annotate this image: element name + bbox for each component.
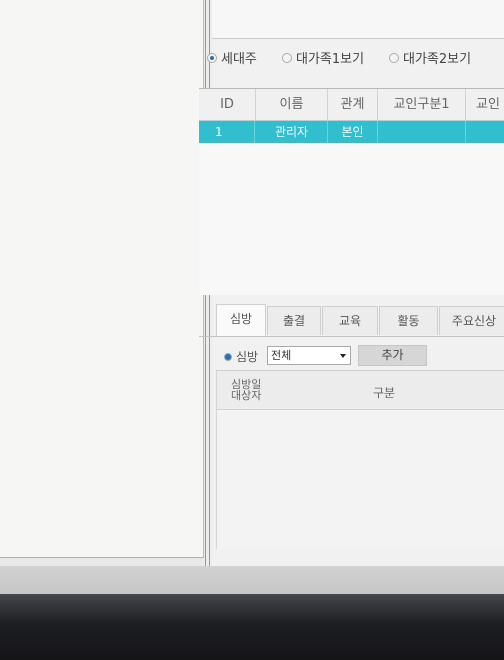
cell-relation: 본인	[328, 121, 378, 143]
radio-selected-icon	[207, 52, 217, 63]
detail-tab-bar: 심방 출결 교육 활동 주요신상	[199, 304, 504, 337]
radio-label: 세대주	[221, 52, 257, 67]
cell-member-type1	[378, 121, 466, 143]
radio-label: 대가족2보기	[403, 52, 472, 67]
column-header-category[interactable]: 구분	[373, 384, 395, 401]
monitor-screen: 세대주 대가족1보기 대가족2보기 ID 이름 관계 교인구분1 교인 1 관리…	[0, 0, 504, 594]
member-grid: ID 이름 관계 교인구분1 교인 1 관리자 본인	[199, 88, 504, 295]
column-header-member-type1[interactable]: 교인구분1	[378, 89, 466, 120]
visit-grid-header: 심방일 대상자 구분	[217, 371, 504, 410]
radio-household-head[interactable]: 세대주	[207, 48, 257, 67]
view-option-radio-group: 세대주 대가족1보기 대가족2보기	[207, 42, 504, 70]
column-header-relation[interactable]: 관계	[328, 89, 378, 120]
cell-name: 관리자	[256, 121, 328, 143]
add-visit-button[interactable]: 추가	[358, 345, 427, 366]
visit-grid: 심방일 대상자 구분	[216, 370, 504, 549]
radio-unselected-icon	[282, 52, 292, 63]
tab-education[interactable]: 교육	[322, 306, 378, 335]
tab-activity[interactable]: 활동	[379, 306, 438, 335]
tab-attendance[interactable]: 출결	[267, 306, 321, 335]
column-header-line: 심방일 대상자	[231, 378, 262, 402]
chevron-down-icon	[340, 354, 346, 358]
radio-unselected-icon	[389, 52, 399, 63]
member-grid-header: ID 이름 관계 교인구분1 교인	[199, 89, 504, 121]
tab-personal-info[interactable]: 주요신상	[439, 306, 504, 335]
visit-filter-row: 심방 전체 추가	[212, 344, 504, 370]
right-panel: 세대주 대가족1보기 대가족2보기 ID 이름 관계 교인구분1 교인 1 관리…	[199, 0, 504, 566]
top-toolbar-strip	[212, 0, 504, 39]
visit-filter-label: 심방	[236, 350, 259, 364]
visit-category-select[interactable]: 전체	[267, 346, 351, 365]
column-header-id[interactable]: ID	[199, 89, 256, 120]
cell-id: 1	[201, 121, 255, 143]
monitor-bezel	[0, 594, 504, 660]
radio-label: 대가족1보기	[296, 52, 365, 67]
radio-extended-family-2[interactable]: 대가족2보기	[389, 48, 471, 67]
left-panel	[0, 0, 204, 557]
table-row[interactable]: 1 관리자 본인	[199, 121, 504, 143]
column-header-member-type2[interactable]: 교인	[466, 89, 504, 120]
cell-member-type2	[466, 121, 504, 143]
tab-visit[interactable]: 심방	[216, 304, 266, 336]
column-header-visit-date-target[interactable]: 심방일 대상자	[231, 379, 261, 401]
radio-selected-icon	[224, 352, 232, 361]
select-value: 전체	[271, 349, 292, 362]
column-header-name[interactable]: 이름	[256, 89, 328, 120]
visit-filter-radio[interactable]: 심방	[224, 348, 258, 365]
window-bottom-edge	[0, 566, 504, 594]
radio-extended-family-1[interactable]: 대가족1보기	[282, 48, 364, 67]
